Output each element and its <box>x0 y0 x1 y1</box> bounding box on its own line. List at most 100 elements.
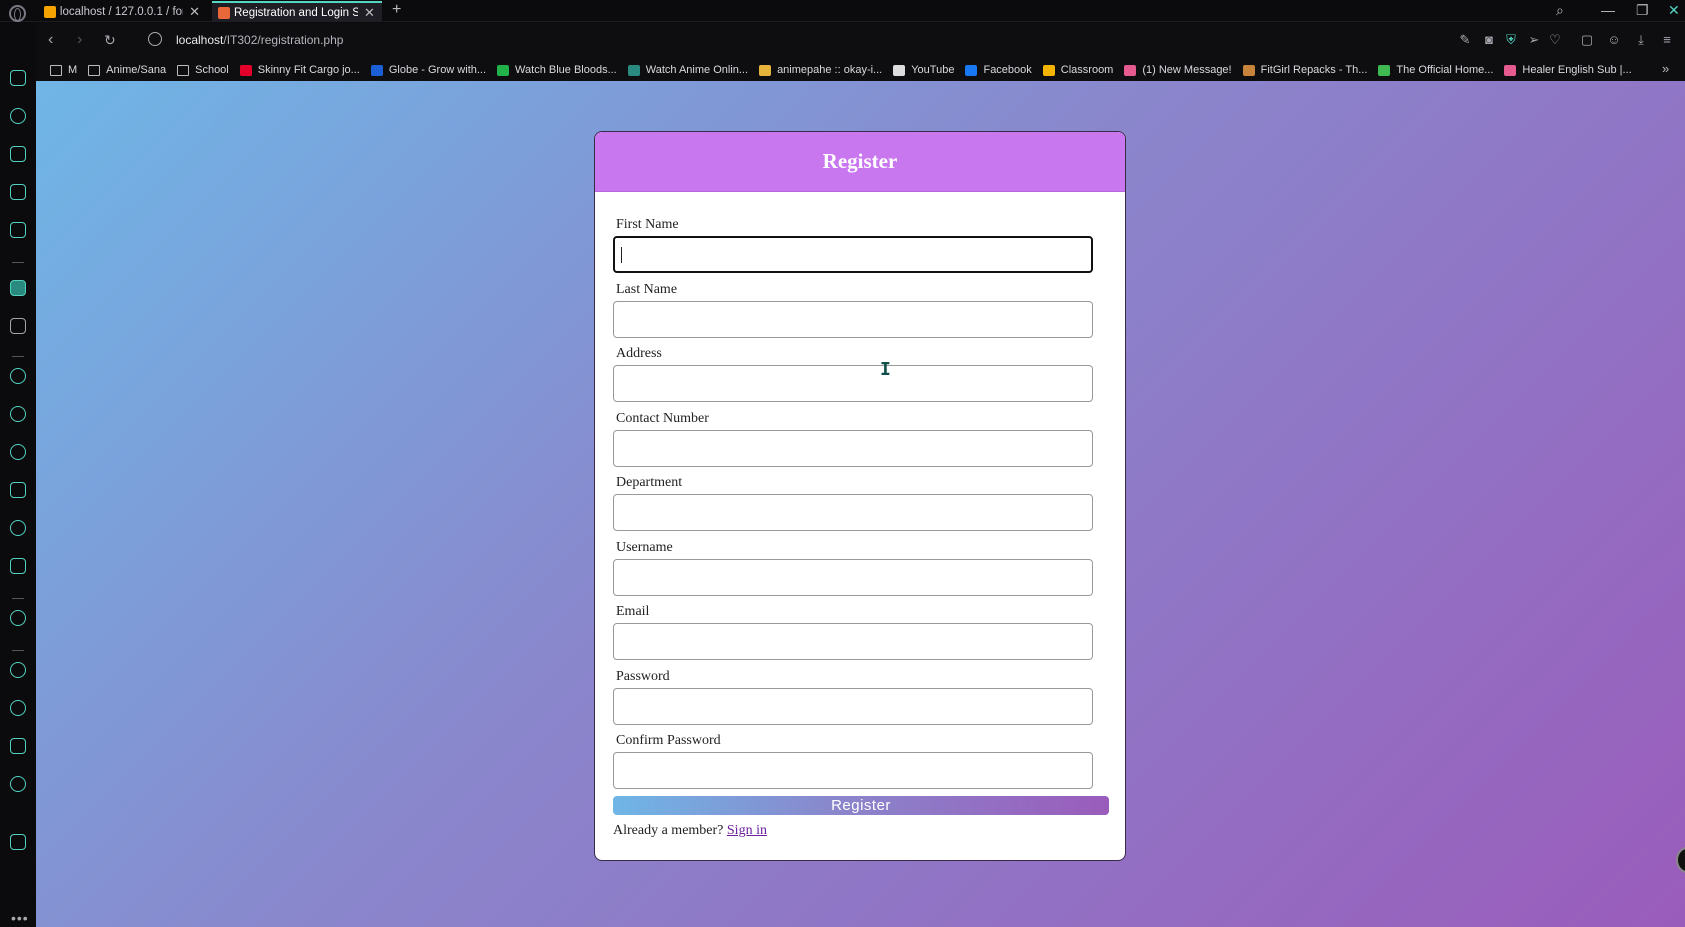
globe-icon <box>370 64 383 76</box>
field-input[interactable] <box>613 558 1093 596</box>
k-icon <box>1124 64 1137 76</box>
bookmark-item[interactable]: The Official Home... <box>1378 64 1493 76</box>
url-field[interactable]: localhost/IT302/registration.php <box>176 33 343 47</box>
field-input[interactable] <box>613 429 1093 467</box>
bookmark-label: Watch Anime Onlin... <box>645 64 749 76</box>
home-icon[interactable] <box>10 280 26 296</box>
new-tab-icon[interactable]: + <box>392 1 401 19</box>
more-icon[interactable]: ••• <box>11 910 29 926</box>
bookmark-label: Classroom <box>1060 64 1114 76</box>
bookmark-label: YouTube <box>911 64 955 76</box>
bookmark-item[interactable]: Facebook <box>965 64 1032 76</box>
register-header: Register <box>595 132 1125 192</box>
field-input[interactable] <box>613 687 1093 725</box>
bookmark-label: Facebook <box>983 64 1032 76</box>
tab-registration[interactable]: Registration and Login Scre ✕ <box>212 1 382 22</box>
bookmark-item[interactable]: (1) New Message! <box>1124 64 1232 76</box>
send-icon[interactable]: ➢ <box>1527 33 1541 47</box>
heart-icon[interactable] <box>10 662 26 678</box>
chip-icon[interactable] <box>10 222 26 238</box>
gamepad-icon[interactable] <box>10 70 26 86</box>
field-input[interactable] <box>613 236 1093 273</box>
bookmark-item[interactable]: M <box>50 64 77 76</box>
signin-row: Already a member? Sign in <box>613 823 1107 839</box>
account-icon[interactable]: ☺ <box>1607 33 1621 47</box>
close-window-icon[interactable]: ✕ <box>1668 2 1680 19</box>
bookmark-item[interactable]: Classroom <box>1042 64 1114 76</box>
signin-link[interactable]: Sign in <box>727 823 767 838</box>
sidebar-divider <box>12 356 24 357</box>
settings-icon[interactable] <box>10 776 26 792</box>
bookmark-label: Skinny Fit Cargo jo... <box>257 64 360 76</box>
register-button[interactable]: Register <box>613 795 1109 815</box>
bookmark-item[interactable]: FitGirl Repacks - Th... <box>1242 64 1368 76</box>
twitter-icon[interactable] <box>10 520 26 536</box>
field-label: Contact Number <box>616 410 709 426</box>
search-tabs-icon[interactable]: ⌕ <box>1556 2 1564 19</box>
browser-window: localhost / 127.0.0.1 / fortu ✕ Registra… <box>0 0 1685 927</box>
edit-icon[interactable]: ✎ <box>1458 33 1472 47</box>
heart-icon[interactable]: ♡ <box>1548 33 1562 47</box>
field-input[interactable] <box>613 752 1093 789</box>
forward-icon[interactable]: › <box>77 31 82 49</box>
speedometer-icon[interactable] <box>10 108 26 124</box>
field-label: Confirm Password <box>616 733 721 748</box>
form-field: Last Name <box>613 282 1107 347</box>
cube-icon[interactable] <box>10 738 26 754</box>
camera-icon[interactable]: ◙ <box>1482 33 1496 47</box>
reload-icon[interactable]: ↻ <box>104 32 116 49</box>
restore-icon[interactable]: ❐ <box>1636 2 1649 19</box>
discord-icon[interactable] <box>10 558 26 574</box>
telegram-icon[interactable] <box>10 444 26 460</box>
opera-logo-icon[interactable] <box>9 5 26 22</box>
field-input[interactable] <box>613 365 1093 402</box>
field-label: Email <box>616 604 650 619</box>
url-host: localhost <box>176 33 224 47</box>
messenger-icon[interactable] <box>10 368 26 384</box>
field-input[interactable] <box>613 300 1093 338</box>
bookmark-label: Healer English Sub |... <box>1522 64 1632 76</box>
instagram-icon[interactable] <box>10 482 26 498</box>
tab-bar: localhost / 127.0.0.1 / fortu ✕ Registra… <box>0 0 1685 22</box>
player-icon[interactable] <box>10 610 26 626</box>
bookmark-label: (1) New Message! <box>1142 64 1232 76</box>
bookmark-item[interactable]: Healer English Sub |... <box>1504 64 1632 76</box>
history-icon[interactable] <box>10 700 26 716</box>
close-tab-icon[interactable]: ✕ <box>364 6 375 19</box>
form-field: First Name <box>613 217 1107 282</box>
anime-icon <box>627 64 640 76</box>
bookmark-item[interactable]: YouTube <box>893 64 954 76</box>
bookmark-item[interactable]: Globe - Grow with... <box>370 64 486 76</box>
ibeam-cursor-icon: I <box>880 359 891 380</box>
gallery-icon[interactable] <box>10 834 26 850</box>
bookmark-label: M <box>68 64 78 76</box>
field-label: Username <box>616 539 673 555</box>
book-icon[interactable] <box>10 318 26 334</box>
back-icon[interactable]: ‹ <box>48 31 53 49</box>
menu-icon[interactable]: ≡ <box>1660 33 1674 47</box>
bookmark-item[interactable]: Watch Blue Bloods... <box>497 64 617 76</box>
download-icon[interactable]: ⤓ <box>1634 33 1648 47</box>
form-field: Confirm Password <box>613 733 1107 798</box>
field-input[interactable] <box>613 623 1093 660</box>
close-tab-icon[interactable]: ✕ <box>189 5 200 18</box>
field-label: Address <box>616 346 662 361</box>
shield-icon[interactable]: ⛨ <box>1504 33 1518 47</box>
field-input[interactable] <box>613 494 1093 531</box>
whatsapp-icon[interactable] <box>10 406 26 422</box>
bookmark-item[interactable]: Skinny Fit Cargo jo... <box>239 64 360 76</box>
more-bookmarks-icon[interactable]: » <box>1662 61 1677 76</box>
page-icon <box>893 64 906 76</box>
twitch-icon[interactable] <box>10 184 26 200</box>
bookmark-item[interactable]: Anime/Sana <box>88 64 166 76</box>
tab-phpmyadmin[interactable]: localhost / 127.0.0.1 / fortu ✕ <box>38 1 206 22</box>
bookmark-label: animepahe :: okay-i... <box>777 64 883 76</box>
box-icon[interactable]: ▢ <box>1580 33 1594 47</box>
bookmark-item[interactable]: animepahe :: okay-i... <box>759 64 882 76</box>
bookmark-item[interactable]: Watch Anime Onlin... <box>627 64 749 76</box>
play-icon <box>497 64 510 76</box>
bookmark-item[interactable]: School <box>177 64 229 76</box>
bag-icon[interactable] <box>10 146 26 162</box>
minimize-icon[interactable]: — <box>1601 2 1615 18</box>
bookmark-label: FitGirl Repacks - Th... <box>1260 64 1368 76</box>
